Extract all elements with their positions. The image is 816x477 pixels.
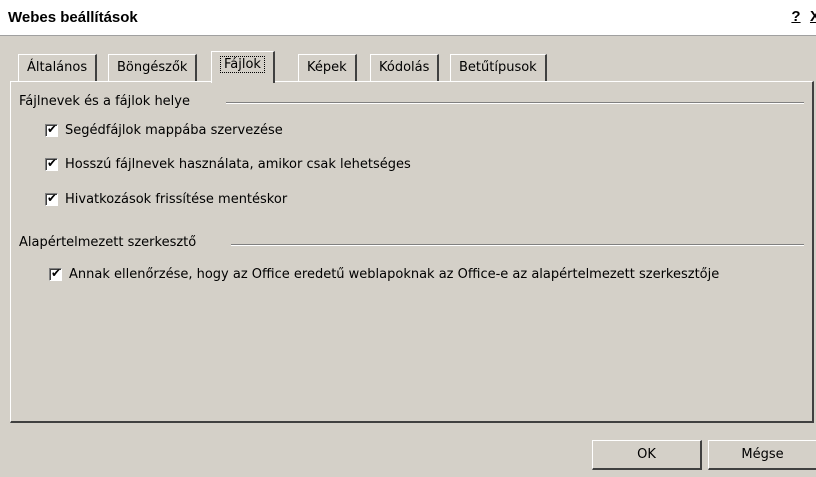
option-update-links-on-save[interactable]: Hivatkozások frissítése mentéskor [45, 191, 288, 207]
tab-general[interactable]: Általános [18, 54, 98, 82]
window-title: Webes beállítások [8, 9, 138, 26]
editor-group-title: Alapértelmezett szerkesztő [19, 235, 203, 250]
title-bar: Webes beállítások ? X [0, 0, 816, 36]
tab-label: Fájlok [220, 56, 265, 73]
option-organize-supporting-files[interactable]: Segédfájlok mappába szervezése [45, 122, 283, 138]
tab-label: Böngészők [117, 60, 188, 75]
group-divider [226, 102, 804, 104]
tab-label: Képek [307, 60, 347, 75]
tab-encoding[interactable]: Kódolás [370, 54, 440, 82]
checkbox[interactable] [49, 266, 62, 281]
cancel-button[interactable]: Mégse [708, 440, 816, 470]
tab-label: Általános [27, 60, 88, 75]
tab-label: Kódolás [379, 60, 430, 75]
tab-label: Betűtípusok [459, 60, 537, 75]
tab-panel-files: Fájlnevek és a fájlok helye Segédfájlok … [10, 81, 814, 423]
option-label: Hosszú fájlnevek használata, amikor csak… [65, 157, 411, 172]
group-divider [231, 244, 804, 246]
tab-files[interactable]: Fájlok [211, 51, 275, 83]
option-label: Hivatkozások frissítése mentéskor [65, 192, 288, 207]
checkbox[interactable] [45, 122, 58, 137]
ok-button[interactable]: OK [592, 440, 702, 470]
file-group-title: Fájlnevek és a fájlok helye [19, 94, 196, 109]
option-label: Segédfájlok mappába szervezése [65, 123, 283, 138]
tab-fonts[interactable]: Betűtípusok [450, 54, 547, 82]
tab-pictures[interactable]: Képek [298, 54, 357, 82]
checkbox[interactable] [45, 156, 58, 171]
option-label: Annak ellenőrzése, hogy az Office eredet… [69, 267, 720, 282]
tab-browsers[interactable]: Böngészők [108, 54, 198, 82]
checkbox[interactable] [45, 191, 58, 206]
close-icon: X [809, 8, 816, 25]
close-button[interactable]: X [806, 7, 816, 27]
option-check-office-default-editor[interactable]: Annak ellenőrzése, hogy az Office eredet… [49, 266, 720, 282]
option-long-file-names[interactable]: Hosszú fájlnevek használata, amikor csak… [45, 156, 411, 172]
help-button[interactable]: ? [787, 7, 805, 27]
help-icon: ? [791, 8, 801, 25]
